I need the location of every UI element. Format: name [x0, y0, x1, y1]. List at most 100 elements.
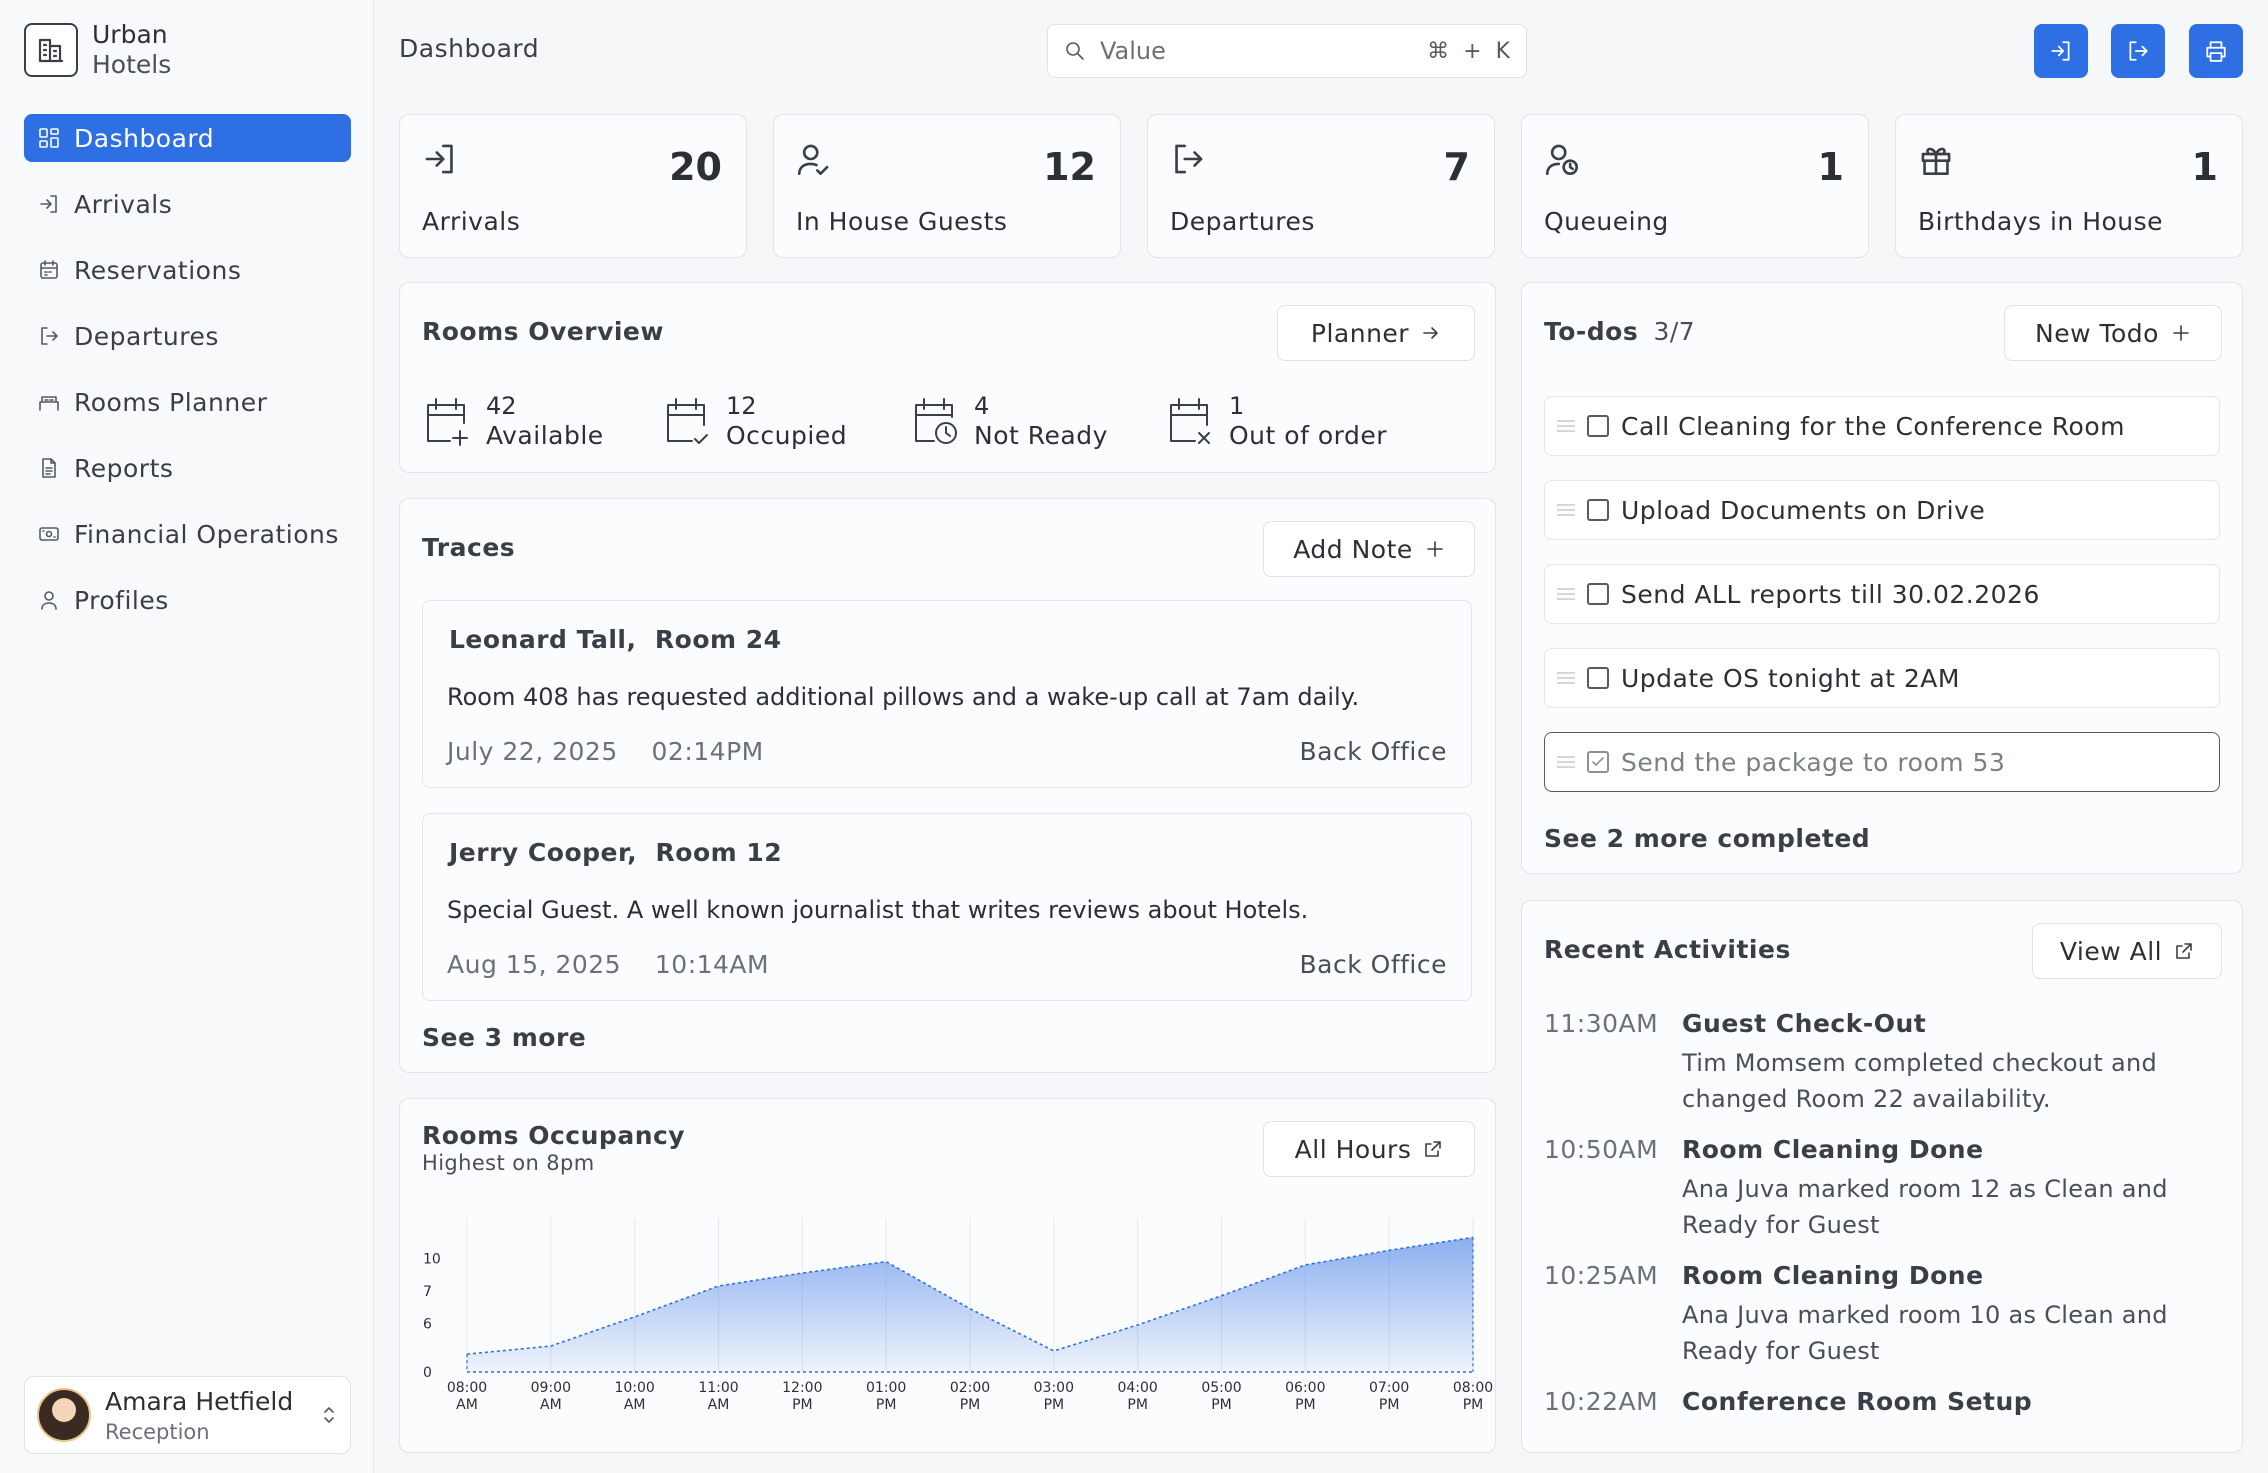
- room-stat-value: 12: [726, 392, 757, 420]
- stat-card-in-house-guests[interactable]: 12 In House Guests: [773, 114, 1121, 258]
- sidebar-item-dashboard[interactable]: Dashboard: [24, 114, 351, 162]
- x-tick-label-period: PM: [792, 1397, 813, 1413]
- todo-checkbox[interactable]: [1587, 667, 1609, 689]
- todo-item[interactable]: Update OS tonight at 2AM: [1544, 648, 2220, 708]
- check-in-button[interactable]: [2034, 24, 2088, 78]
- occupancy-chart: 0671008:00AM09:00AM10:00AM11:00AM12:00PM…: [423, 1218, 1493, 1413]
- room-stat-out-of-order: 1 Out of order: [1167, 391, 1387, 451]
- sidebar-item-reports[interactable]: Reports: [24, 444, 351, 492]
- x-tick-label: 12:00: [782, 1380, 822, 1396]
- drag-handle-icon[interactable]: [1557, 588, 1575, 600]
- check-out-button[interactable]: [2111, 24, 2165, 78]
- x-tick-label: 01:00: [866, 1380, 906, 1396]
- stat-value: 12: [1043, 145, 1096, 189]
- stat-card-departures[interactable]: 7 Departures: [1147, 114, 1495, 258]
- print-button[interactable]: [2189, 24, 2243, 78]
- calendar-plus-icon: [427, 398, 468, 446]
- stat-label: Birthdays in House: [1918, 207, 2164, 236]
- login-icon: [2051, 41, 2070, 61]
- view-all-button[interactable]: View All: [2032, 923, 2222, 979]
- y-tick-label: 0: [423, 1365, 432, 1381]
- section-title: To-dos 3/7: [1544, 317, 1695, 346]
- stat-card-arrivals[interactable]: 20 Arrivals: [399, 114, 747, 258]
- sidebar-item-label: Dashboard: [74, 123, 215, 153]
- search-bar[interactable]: ⌘ + K: [1047, 24, 1527, 78]
- todo-checkbox[interactable]: [1587, 415, 1609, 437]
- see-more-traces-link[interactable]: See 3 more: [422, 1023, 586, 1052]
- todo-checkbox[interactable]: [1587, 499, 1609, 521]
- trace-date: Aug 15, 2025: [447, 950, 622, 979]
- sidebar-item-arrivals[interactable]: Arrivals: [24, 180, 351, 228]
- stat-value: 20: [669, 145, 722, 189]
- brand[interactable]: Urban Hotels: [24, 20, 171, 80]
- sidebar-item-rooms-planner[interactable]: Rooms Planner: [24, 378, 351, 426]
- all-hours-button[interactable]: All Hours: [1263, 1121, 1475, 1177]
- button-label: Add Note: [1293, 534, 1413, 564]
- x-tick-label-period: AM: [456, 1397, 478, 1413]
- stat-value: 1: [2191, 145, 2218, 189]
- drag-handle-icon[interactable]: [1557, 672, 1575, 684]
- drag-handle-icon[interactable]: [1557, 756, 1575, 768]
- planner-button[interactable]: Planner: [1277, 305, 1475, 361]
- activity-title: Room Cleaning Done: [1682, 1261, 1984, 1290]
- todo-item[interactable]: Send ALL reports till 30.02.2026: [1544, 564, 2220, 624]
- brand-line-2: Hotels: [92, 50, 172, 79]
- button-label: Planner: [1310, 318, 1410, 348]
- sidebar-item-label: Rooms Planner: [74, 387, 268, 417]
- drag-handle-icon[interactable]: [1557, 504, 1575, 516]
- recent-activities-card: Recent Activities View All 11:30AM Guest…: [1521, 900, 2243, 1453]
- stat-value: 1: [1817, 145, 1844, 189]
- avatar: [37, 1388, 91, 1442]
- sidebar-item-profiles[interactable]: Profiles: [24, 576, 351, 624]
- activity-item[interactable]: 10:25AM Room Cleaning Done Ana Juva mark…: [1544, 1261, 2220, 1371]
- activity-description: Tim Momsem completed checkout and change…: [1682, 1049, 2158, 1113]
- todo-checkbox[interactable]: [1587, 583, 1609, 605]
- todo-label: Upload Documents on Drive: [1621, 495, 1986, 525]
- activity-title: Room Cleaning Done: [1682, 1135, 1984, 1164]
- activity-item[interactable]: 10:50AM Room Cleaning Done Ana Juva mark…: [1544, 1135, 2220, 1245]
- x-tick-label: 05:00: [1201, 1380, 1241, 1396]
- user-switcher[interactable]: Amara Hetfield Reception: [24, 1376, 351, 1454]
- search-input[interactable]: [1100, 37, 1414, 65]
- todo-item[interactable]: Call Cleaning for the Conference Room: [1544, 396, 2220, 456]
- drag-handle-icon[interactable]: [1557, 420, 1575, 432]
- trace-timestamp: Aug 15, 2025 10:14AM: [447, 950, 769, 979]
- x-tick-label: 11:00: [698, 1380, 738, 1396]
- activity-title: Conference Room Setup: [1682, 1387, 2033, 1416]
- user-icon: [41, 591, 57, 610]
- todo-checkbox-checked[interactable]: [1587, 751, 1609, 773]
- todo-label: Call Cleaning for the Conference Room: [1621, 411, 2125, 441]
- stat-card-birthdays[interactable]: 1 Birthdays in House: [1895, 114, 2243, 258]
- button-label: New Todo: [2035, 318, 2159, 348]
- activity-item[interactable]: 11:30AM Guest Check-Out Tim Momsem compl…: [1544, 1009, 2220, 1119]
- add-note-button[interactable]: Add Note: [1263, 521, 1475, 577]
- document-icon: [42, 458, 56, 478]
- trace-item[interactable]: Leonard Tall, Room 24 Room 408 has reque…: [422, 600, 1472, 788]
- new-todo-button[interactable]: New Todo: [2004, 305, 2222, 361]
- trace-message: Special Guest. A well known journalist t…: [447, 896, 1309, 924]
- sidebar-item-financial-operations[interactable]: Financial Operations: [24, 510, 351, 558]
- stat-value: 7: [1443, 145, 1470, 189]
- trace-item[interactable]: Jerry Cooper, Room 12 Special Guest. A w…: [422, 813, 1472, 1001]
- sidebar-item-label: Financial Operations: [74, 519, 339, 549]
- sidebar-item-reservations[interactable]: Reservations: [24, 246, 351, 294]
- logout-icon: [1175, 144, 1203, 174]
- x-tick-label: 02:00: [950, 1380, 990, 1396]
- activity-time: 10:25AM: [1544, 1261, 1659, 1290]
- external-link-icon: [2176, 943, 2192, 959]
- sidebar-item-departures[interactable]: Departures: [24, 312, 351, 360]
- see-more-completed-link[interactable]: See 2 more completed: [1544, 824, 1870, 853]
- brand-line-1: Urban: [92, 20, 168, 49]
- x-tick-label-period: PM: [876, 1397, 897, 1413]
- room-stat-occupied: 12 Occupied: [664, 391, 847, 451]
- bed-icon: [39, 396, 59, 411]
- activity-item[interactable]: 10:22AM Conference Room Setup: [1544, 1387, 2220, 1427]
- todo-item[interactable]: Upload Documents on Drive: [1544, 480, 2220, 540]
- todo-item-completed[interactable]: Send the package to room 53: [1544, 732, 2220, 792]
- x-tick-label: 10:00: [614, 1380, 654, 1396]
- calendar-clock-icon: [915, 398, 957, 444]
- sidebar-nav: Dashboard Arrivals Reservations Departur…: [24, 114, 351, 642]
- stat-card-queueing[interactable]: 1 Queueing: [1521, 114, 1869, 258]
- section-title: Traces: [422, 533, 516, 562]
- rooms-occupancy-card: Rooms Occupancy Highest on 8pm All Hours…: [399, 1098, 1496, 1453]
